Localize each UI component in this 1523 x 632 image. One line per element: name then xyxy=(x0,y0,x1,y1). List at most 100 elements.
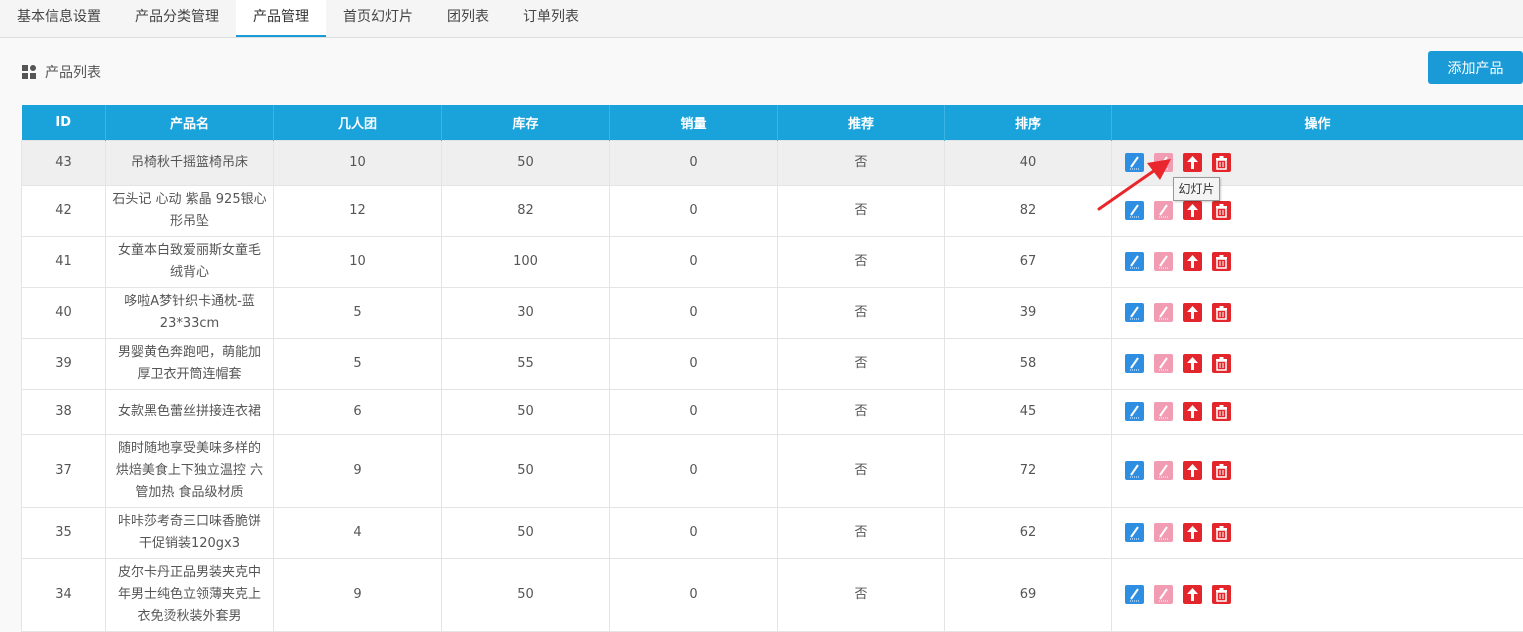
cell-sort: 39 xyxy=(945,288,1112,339)
delete-button[interactable] xyxy=(1212,461,1231,480)
arrow-up-icon xyxy=(1183,461,1202,480)
slideshow-tooltip: 幻灯片 xyxy=(1173,177,1220,201)
cell-id: 38 xyxy=(22,390,106,435)
edit-button[interactable] xyxy=(1125,201,1144,220)
tab-group-list[interactable]: 团列表 xyxy=(430,0,506,37)
cell-sales: 0 xyxy=(610,390,778,435)
delete-button[interactable] xyxy=(1212,585,1231,604)
table-row: 41女童本白致爱丽斯女童毛绒背心101000否67 xyxy=(22,237,1523,288)
cell-group-size: 5 xyxy=(274,339,442,390)
slideshow-button[interactable] xyxy=(1154,585,1173,604)
add-product-button[interactable]: 添加产品 xyxy=(1428,51,1523,84)
slideshow-button[interactable] xyxy=(1154,252,1173,271)
cell-stock: 50 xyxy=(442,559,610,632)
cell-actions xyxy=(1112,559,1523,632)
cell-group-size: 12 xyxy=(274,186,442,237)
move-top-button[interactable] xyxy=(1183,201,1202,220)
grid-icon xyxy=(22,65,36,79)
edit-icon xyxy=(1125,585,1144,604)
trash-icon xyxy=(1212,354,1231,373)
cell-group-size: 9 xyxy=(274,435,442,508)
arrow-up-icon xyxy=(1183,585,1202,604)
edit-button[interactable] xyxy=(1125,303,1144,322)
delete-button[interactable] xyxy=(1212,354,1231,373)
cell-id: 43 xyxy=(22,141,106,186)
arrow-up-icon xyxy=(1183,523,1202,542)
slideshow-icon xyxy=(1154,354,1173,373)
move-top-button[interactable] xyxy=(1183,402,1202,421)
tab-category-management[interactable]: 产品分类管理 xyxy=(118,0,236,37)
tab-home-slideshow[interactable]: 首页幻灯片 xyxy=(326,0,430,37)
cell-recommend: 否 xyxy=(778,288,945,339)
delete-button[interactable] xyxy=(1212,402,1231,421)
slideshow-button[interactable] xyxy=(1154,153,1173,172)
delete-button[interactable] xyxy=(1212,523,1231,542)
trash-icon xyxy=(1212,252,1231,271)
slideshow-icon xyxy=(1154,461,1173,480)
edit-icon xyxy=(1125,523,1144,542)
delete-button[interactable] xyxy=(1212,252,1231,271)
cell-stock: 50 xyxy=(442,435,610,508)
move-top-button[interactable] xyxy=(1183,252,1202,271)
delete-button[interactable] xyxy=(1212,303,1231,322)
cell-name: 咔咔莎考奇三口味香脆饼干促销装120gx3 xyxy=(106,508,274,559)
cell-recommend: 否 xyxy=(778,141,945,186)
slideshow-button[interactable] xyxy=(1154,201,1173,220)
arrow-up-icon xyxy=(1183,402,1202,421)
trash-icon xyxy=(1212,153,1231,172)
move-top-button[interactable] xyxy=(1183,153,1202,172)
edit-button[interactable] xyxy=(1125,461,1144,480)
edit-button[interactable] xyxy=(1125,153,1144,172)
slideshow-button[interactable] xyxy=(1154,303,1173,322)
move-top-button[interactable] xyxy=(1183,303,1202,322)
cell-name: 女童本白致爱丽斯女童毛绒背心 xyxy=(106,237,274,288)
slideshow-icon xyxy=(1154,402,1173,421)
cell-name: 皮尔卡丹正品男装夹克中年男士纯色立领薄夹克上衣免烫秋装外套男 xyxy=(106,559,274,632)
cell-stock: 82 xyxy=(442,186,610,237)
edit-button[interactable] xyxy=(1125,354,1144,373)
cell-actions xyxy=(1112,288,1523,339)
cell-id: 40 xyxy=(22,288,106,339)
move-top-button[interactable] xyxy=(1183,354,1202,373)
slideshow-icon xyxy=(1154,523,1173,542)
edit-button[interactable] xyxy=(1125,585,1144,604)
cell-name: 男婴黄色奔跑吧，萌能加厚卫衣开筒连帽套 xyxy=(106,339,274,390)
slideshow-button[interactable] xyxy=(1154,523,1173,542)
table-row: 34皮尔卡丹正品男装夹克中年男士纯色立领薄夹克上衣免烫秋装外套男9500否69 xyxy=(22,559,1523,632)
tab-basic-settings[interactable]: 基本信息设置 xyxy=(0,0,118,37)
cell-name: 女款黑色蕾丝拼接连衣裙 xyxy=(106,390,274,435)
cell-group-size: 9 xyxy=(274,559,442,632)
move-top-button[interactable] xyxy=(1183,461,1202,480)
cell-id: 39 xyxy=(22,339,106,390)
move-top-button[interactable] xyxy=(1183,585,1202,604)
trash-icon xyxy=(1212,201,1231,220)
cell-name: 吊椅秋千摇篮椅吊床 xyxy=(106,141,274,186)
col-sort: 排序 xyxy=(945,105,1112,141)
table-row: 39男婴黄色奔跑吧，萌能加厚卫衣开筒连帽套5550否58 xyxy=(22,339,1523,390)
edit-button[interactable] xyxy=(1125,523,1144,542)
move-top-button[interactable] xyxy=(1183,523,1202,542)
cell-stock: 50 xyxy=(442,508,610,559)
table-row: 43吊椅秋千摇篮椅吊床10500否40 xyxy=(22,141,1523,186)
product-table: ID 产品名 几人团 库存 销量 推荐 排序 操作 43吊椅秋千摇篮椅吊床105… xyxy=(21,105,1523,632)
tab-product-management[interactable]: 产品管理 xyxy=(236,0,326,37)
top-tabs: 基本信息设置 产品分类管理 产品管理 首页幻灯片 团列表 订单列表 xyxy=(0,0,1523,38)
slideshow-icon xyxy=(1154,252,1173,271)
cell-id: 34 xyxy=(22,559,106,632)
col-group-size: 几人团 xyxy=(274,105,442,141)
delete-button[interactable] xyxy=(1212,153,1231,172)
cell-sales: 0 xyxy=(610,339,778,390)
cell-sales: 0 xyxy=(610,288,778,339)
cell-actions xyxy=(1112,339,1523,390)
tab-order-list[interactable]: 订单列表 xyxy=(506,0,596,37)
slideshow-button[interactable] xyxy=(1154,402,1173,421)
trash-icon xyxy=(1212,402,1231,421)
slideshow-button[interactable] xyxy=(1154,461,1173,480)
arrow-up-icon xyxy=(1183,201,1202,220)
delete-button[interactable] xyxy=(1212,201,1231,220)
edit-button[interactable] xyxy=(1125,402,1144,421)
slideshow-button[interactable] xyxy=(1154,354,1173,373)
edit-button[interactable] xyxy=(1125,252,1144,271)
cell-sort: 67 xyxy=(945,237,1112,288)
table-header-row: ID 产品名 几人团 库存 销量 推荐 排序 操作 xyxy=(22,105,1523,141)
